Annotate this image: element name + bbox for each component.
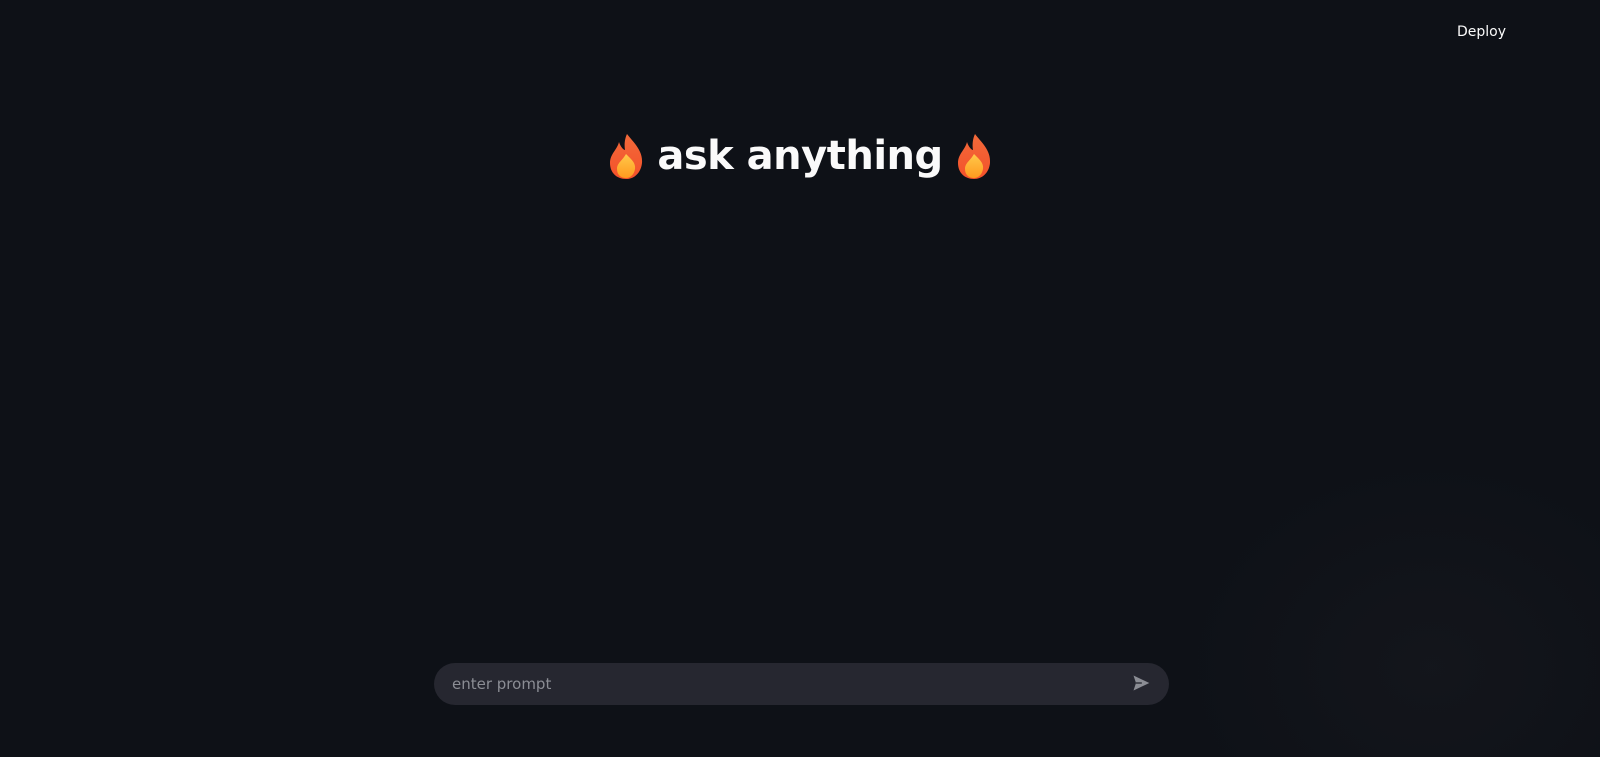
background-shade (1180, 457, 1600, 757)
page-title-text: ask anything (657, 133, 943, 179)
send-button[interactable] (1127, 670, 1155, 698)
send-icon (1131, 673, 1151, 696)
chat-input-bar (434, 663, 1169, 705)
app-root: Deploy ask anything (0, 0, 1600, 757)
flame-icon (607, 132, 645, 180)
page-title: ask anything (0, 132, 1600, 180)
header: Deploy (0, 0, 1600, 64)
deploy-button[interactable]: Deploy (1451, 22, 1512, 42)
flame-icon (955, 132, 993, 180)
prompt-input[interactable] (452, 675, 1127, 693)
